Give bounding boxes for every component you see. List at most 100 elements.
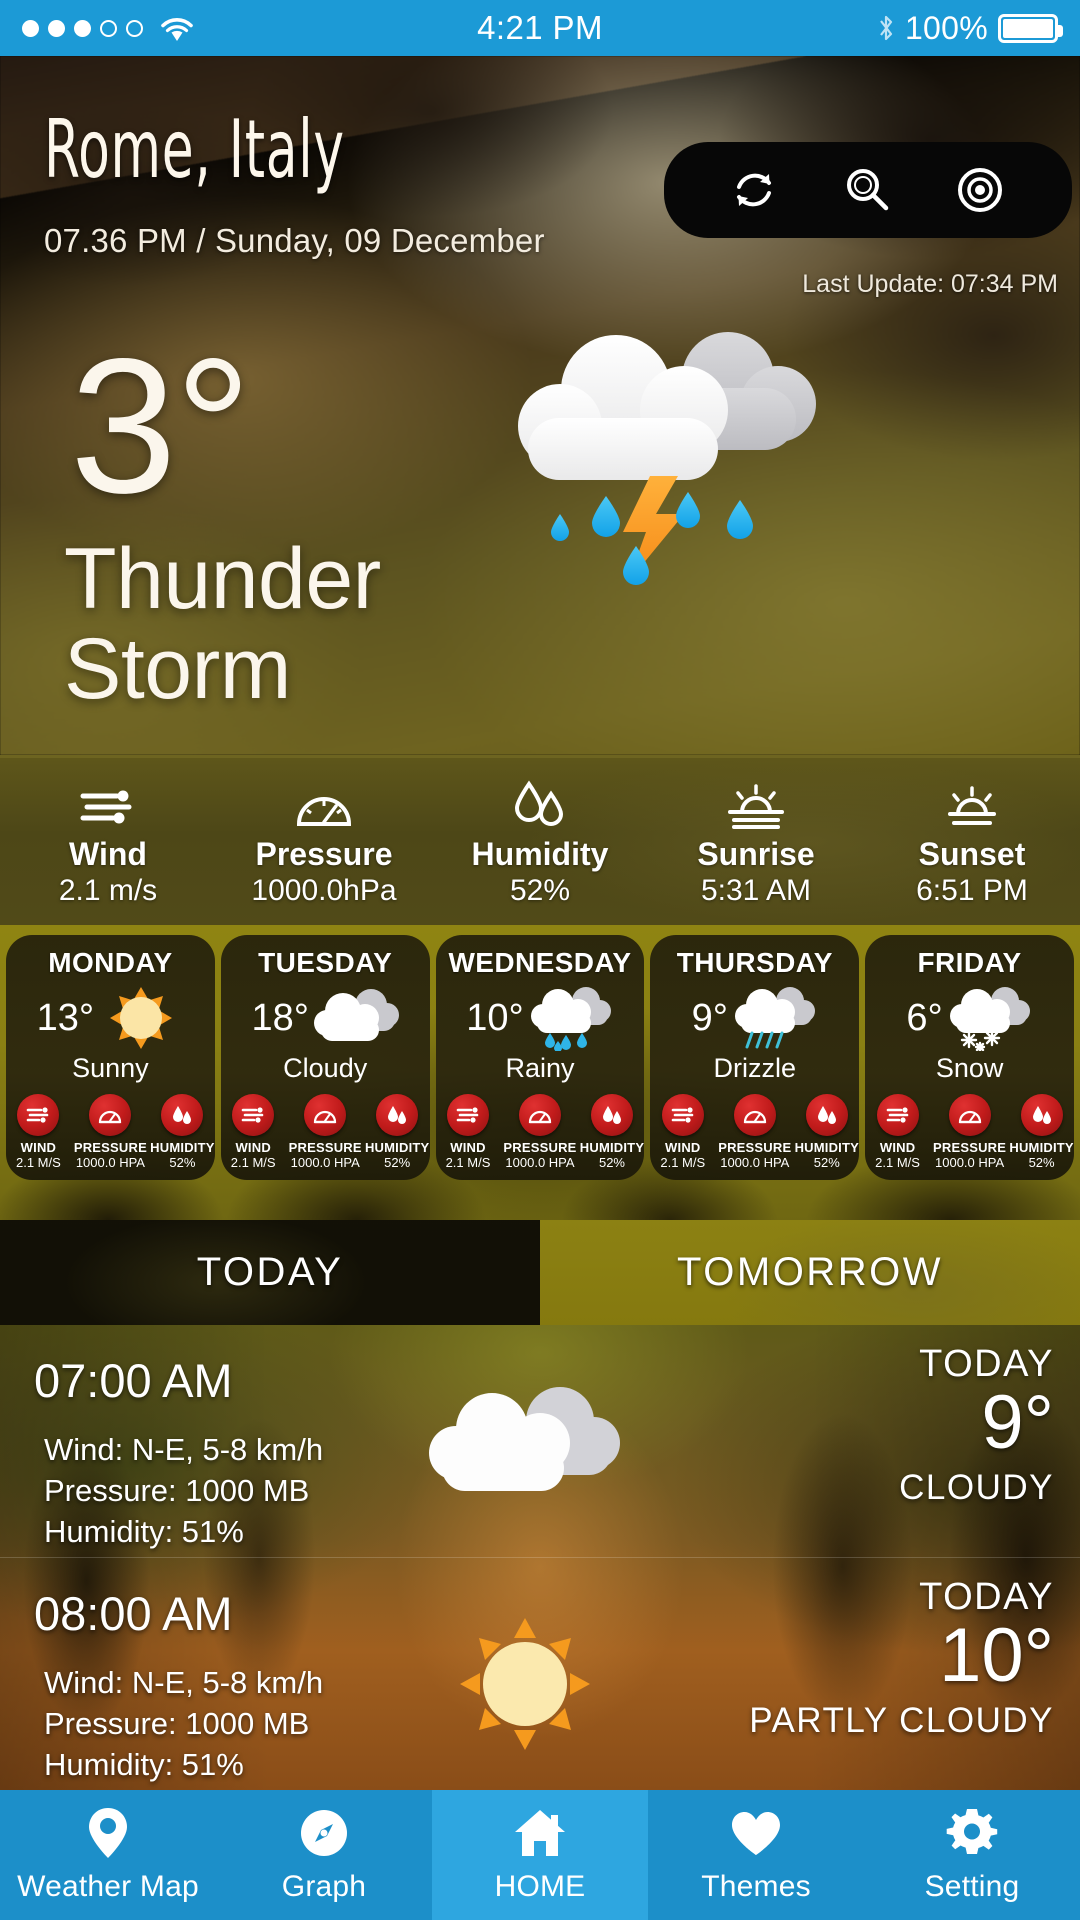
forecast-metric-label: PRESSURE bbox=[503, 1140, 576, 1155]
hourly-condition: PARTLY CLOUDY bbox=[634, 1701, 1054, 1741]
forecast-metric-wind: WIND 2.1 M/S bbox=[652, 1094, 714, 1170]
sunny-icon bbox=[420, 1610, 630, 1760]
forecast-metric-value: 1000.0 HPA bbox=[505, 1155, 574, 1170]
current-condition: Thunder Storm bbox=[64, 534, 381, 715]
forecast-metric-label: HUMIDITY bbox=[365, 1140, 429, 1155]
current-temperature: 3° bbox=[70, 332, 250, 520]
hourly-metrics: Wind: N-E, 5-8 km/h Pressure: 1000 MB Hu… bbox=[44, 1429, 323, 1553]
nav-item-label: Setting bbox=[925, 1870, 1020, 1904]
hourly-tab-bar: TODAY TOMORROW bbox=[0, 1220, 1080, 1325]
wind-icon bbox=[447, 1094, 489, 1136]
forecast-metric-label: WIND bbox=[21, 1140, 56, 1155]
forecast-temp: 18° bbox=[251, 997, 308, 1040]
forecast-metric-label: PRESSURE bbox=[74, 1140, 147, 1155]
forecast-metric-value: 2.1 M/S bbox=[875, 1155, 920, 1170]
detail-sunrise-value: 5:31 AM bbox=[701, 873, 811, 909]
humidity-icon bbox=[511, 780, 569, 830]
forecast-metric-label: PRESSURE bbox=[718, 1140, 791, 1155]
bottom-navigation-bar: Weather Map Graph HOME bbox=[0, 1790, 1080, 1920]
forecast-metric-humidity: HUMIDITY 52% bbox=[1011, 1094, 1073, 1170]
status-bar: 4:21 PM 100% bbox=[0, 0, 1080, 56]
detail-pressure-value: 1000.0hPa bbox=[251, 873, 396, 909]
bluetooth-icon bbox=[877, 13, 895, 43]
hourly-condition: CLOUDY bbox=[634, 1468, 1054, 1508]
status-bar-right: 100% bbox=[877, 10, 1058, 47]
forecast-metrics: WIND 2.1 M/S PRESSURE 1000.0 HPA HUMIDIT… bbox=[6, 1094, 215, 1180]
forecast-card[interactable]: THURSDAY 9° bbox=[650, 935, 859, 1180]
sunny-icon bbox=[98, 985, 184, 1051]
detail-humidity-value: 52% bbox=[510, 873, 570, 909]
map-pin-icon bbox=[86, 1806, 130, 1860]
forecast-metric-label: WIND bbox=[665, 1140, 700, 1155]
forecast-metric-value: 52% bbox=[384, 1155, 410, 1170]
nav-item-themes[interactable]: Themes bbox=[648, 1790, 864, 1920]
forecast-card[interactable]: TUESDAY 18° Cloudy bbox=[221, 935, 430, 1180]
forecast-metric-pressure: PRESSURE 1000.0 HPA bbox=[509, 1094, 571, 1170]
nav-item-label: Weather Map bbox=[17, 1870, 199, 1904]
forecast-metric-value: 52% bbox=[814, 1155, 840, 1170]
tab-today-label: TODAY bbox=[197, 1250, 344, 1295]
search-icon[interactable] bbox=[835, 158, 899, 222]
forecast-card[interactable]: WEDNESDAY 10° bbox=[436, 935, 645, 1180]
sunset-icon bbox=[940, 780, 1004, 830]
forecast-card[interactable]: MONDAY 13° Sunny bbox=[6, 935, 215, 1180]
weather-app-screen: 4:21 PM 100% Rome, Italy 07.36 PM / Sund… bbox=[0, 0, 1080, 1920]
forecast-metric-pressure: PRESSURE 1000.0 HPA bbox=[79, 1094, 141, 1170]
compass-icon bbox=[299, 1806, 349, 1860]
nav-item-label: HOME bbox=[495, 1870, 586, 1904]
rainy-icon bbox=[528, 985, 614, 1051]
forecast-day: WEDNESDAY bbox=[448, 947, 631, 979]
nav-item-weather-map[interactable]: Weather Map bbox=[0, 1790, 216, 1920]
forecast-condition: Drizzle bbox=[714, 1053, 797, 1084]
forecast-temp: 6° bbox=[906, 997, 942, 1040]
forecast-metric-wind: WIND 2.1 M/S bbox=[7, 1094, 69, 1170]
nav-item-home[interactable]: HOME bbox=[432, 1790, 648, 1920]
forecast-card[interactable]: FRIDAY 6° bbox=[865, 935, 1074, 1180]
locate-icon[interactable] bbox=[948, 158, 1012, 222]
hourly-time: 08:00 AM bbox=[34, 1586, 233, 1641]
battery-percent: 100% bbox=[905, 10, 988, 47]
hourly-pressure: Pressure: 1000 MB bbox=[44, 1703, 323, 1744]
tab-today[interactable]: TODAY bbox=[0, 1220, 540, 1325]
forecast-metric-label: WIND bbox=[450, 1140, 485, 1155]
forecast-metric-label: HUMIDITY bbox=[150, 1140, 214, 1155]
wind-icon bbox=[17, 1094, 59, 1136]
hourly-metrics: Wind: N-E, 5-8 km/h Pressure: 1000 MB Hu… bbox=[44, 1662, 323, 1786]
cloudy-icon bbox=[420, 1377, 630, 1527]
forecast-summary: 6° bbox=[865, 981, 1074, 1055]
thunderstorm-icon bbox=[488, 318, 828, 608]
forecast-metric-label: WIND bbox=[880, 1140, 915, 1155]
hourly-row[interactable]: 08:00 AM Wind: N-E, 5-8 km/h Pressure: 1… bbox=[0, 1557, 1080, 1789]
refresh-icon[interactable] bbox=[722, 158, 786, 222]
forecast-metric-humidity: HUMIDITY 52% bbox=[366, 1094, 428, 1170]
forecast-day: FRIDAY bbox=[918, 947, 1022, 979]
nav-item-setting[interactable]: Setting bbox=[864, 1790, 1080, 1920]
wind-icon bbox=[232, 1094, 274, 1136]
forecast-metric-label: HUMIDITY bbox=[580, 1140, 644, 1155]
detail-humidity: Humidity 52% bbox=[432, 758, 648, 925]
detail-sunset-label: Sunset bbox=[919, 836, 1026, 873]
wind-icon bbox=[77, 780, 139, 830]
forecast-metric-pressure: PRESSURE 1000.0 HPA bbox=[724, 1094, 786, 1170]
nav-item-graph[interactable]: Graph bbox=[216, 1790, 432, 1920]
forecast-metric-value: 52% bbox=[599, 1155, 625, 1170]
forecast-metric-value: 1000.0 HPA bbox=[76, 1155, 145, 1170]
forecast-metric-value: 2.1 M/S bbox=[231, 1155, 276, 1170]
cloudy-icon bbox=[313, 985, 399, 1051]
detail-sunrise-label: Sunrise bbox=[697, 836, 814, 873]
forecast-metric-humidity: HUMIDITY 52% bbox=[151, 1094, 213, 1170]
forecast-metric-value: 2.1 M/S bbox=[446, 1155, 491, 1170]
forecast-condition: Cloudy bbox=[283, 1053, 367, 1084]
current-weather-panel: Rome, Italy 07.36 PM / Sunday, 09 Decemb… bbox=[0, 56, 1080, 755]
forecast-temp: 13° bbox=[37, 997, 94, 1040]
forecast-summary: 18° bbox=[221, 981, 430, 1055]
hourly-row[interactable]: 07:00 AM Wind: N-E, 5-8 km/h Pressure: 1… bbox=[0, 1325, 1080, 1557]
hourly-forecast-list: 07:00 AM Wind: N-E, 5-8 km/h Pressure: 1… bbox=[0, 1325, 1080, 1790]
forecast-metric-value: 1000.0 HPA bbox=[720, 1155, 789, 1170]
forecast-metric-wind: WIND 2.1 M/S bbox=[867, 1094, 929, 1170]
tab-tomorrow[interactable]: TOMORROW bbox=[540, 1220, 1080, 1325]
forecast-day: MONDAY bbox=[48, 947, 172, 979]
hourly-pressure: Pressure: 1000 MB bbox=[44, 1470, 323, 1511]
forecast-metric-wind: WIND 2.1 M/S bbox=[437, 1094, 499, 1170]
weekly-forecast-list: MONDAY 13° Sunny bbox=[0, 925, 1080, 1220]
